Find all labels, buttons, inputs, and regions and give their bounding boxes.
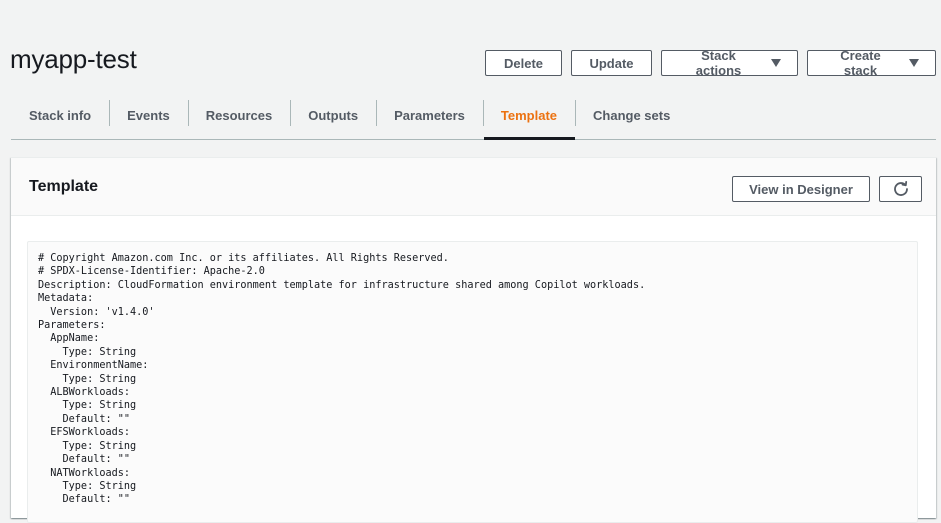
create-stack-label: Create stack bbox=[840, 48, 881, 78]
code-line: Metadata: bbox=[38, 293, 94, 305]
code-line: Parameters: bbox=[38, 320, 106, 332]
update-button[interactable]: Update bbox=[571, 50, 652, 76]
code-line: Type: String bbox=[38, 373, 137, 385]
code-line: Default: "" bbox=[38, 454, 131, 466]
code-line: Type: String bbox=[38, 346, 137, 358]
template-panel-title: Template bbox=[29, 178, 99, 195]
view-in-designer-button[interactable]: View in Designer bbox=[732, 176, 870, 202]
template-code-viewer[interactable]: # Copyright Amazon.com Inc. or its affil… bbox=[27, 241, 918, 523]
stack-actions-label: Stack actions bbox=[695, 48, 742, 78]
tab-change-sets[interactable]: Change sets bbox=[575, 92, 688, 139]
create-stack-dropdown[interactable]: Create stack bbox=[807, 48, 936, 78]
code-line: Type: String bbox=[38, 400, 137, 412]
code-line: NATWorkloads: bbox=[38, 467, 131, 479]
stack-action-buttons: Delete Update Stack actions Create stack bbox=[485, 48, 936, 78]
template-panel-header: Template View in Designer bbox=[11, 158, 936, 216]
code-line: # SPDX-License-Identifier: Apache-2.0 bbox=[38, 266, 265, 278]
caret-down-icon bbox=[909, 59, 919, 67]
tab-resources[interactable]: Resources bbox=[187, 92, 290, 139]
page-title: myapp-test bbox=[10, 44, 137, 74]
tab-parameters[interactable]: Parameters bbox=[376, 92, 483, 139]
code-line: Type: String bbox=[38, 440, 137, 452]
code-line: Description: CloudFormation environment … bbox=[38, 279, 646, 291]
code-line: # Copyright Amazon.com Inc. or its affil… bbox=[38, 253, 449, 264]
stack-header: myapp-test Delete Update Stack actions C… bbox=[0, 0, 941, 92]
tab-events[interactable]: Events bbox=[109, 92, 188, 139]
code-line: ALBWorkloads: bbox=[38, 387, 131, 399]
tab-outputs[interactable]: Outputs bbox=[290, 92, 376, 139]
stack-actions-dropdown[interactable]: Stack actions bbox=[661, 48, 798, 78]
code-line: EnvironmentName: bbox=[38, 360, 149, 372]
tab-template[interactable]: Template bbox=[482, 92, 576, 140]
refresh-icon bbox=[893, 181, 908, 196]
template-code: # Copyright Amazon.com Inc. or its affil… bbox=[28, 242, 917, 517]
tab-stack-info[interactable]: Stack info bbox=[11, 92, 109, 139]
code-line: Default: "" bbox=[38, 413, 131, 425]
code-line: AppName: bbox=[38, 333, 100, 345]
delete-button[interactable]: Delete bbox=[485, 50, 562, 76]
template-panel: Template View in Designer # Copyright Am… bbox=[11, 157, 936, 523]
caret-down-icon bbox=[771, 59, 781, 67]
refresh-button[interactable] bbox=[879, 176, 922, 202]
code-line: EFSWorkloads: bbox=[38, 427, 131, 439]
stack-tabs: Stack info Events Resources Outputs Para… bbox=[11, 92, 936, 140]
code-line: Type: String bbox=[38, 480, 137, 492]
code-line: Version: 'v1.4.0' bbox=[38, 306, 155, 318]
